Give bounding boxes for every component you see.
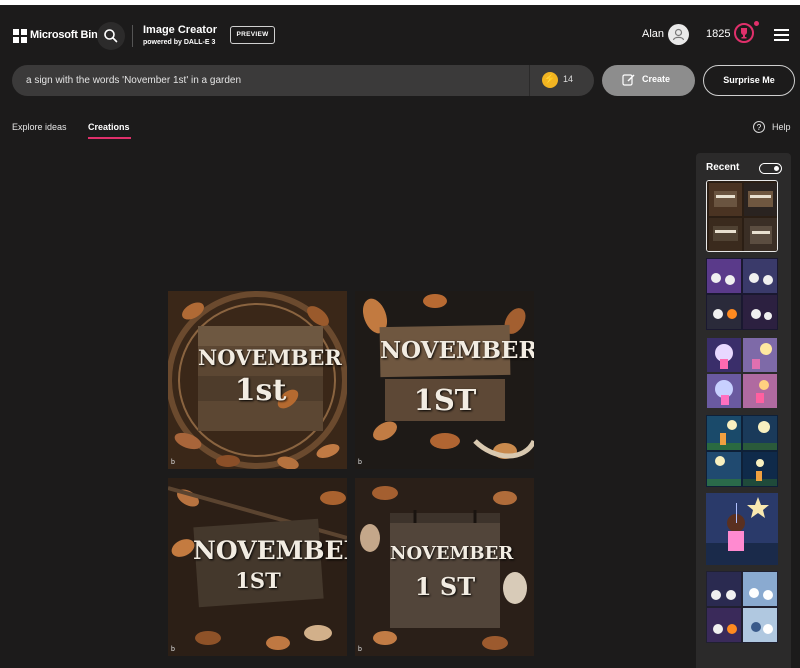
page-title[interactable]: Image Creator	[143, 24, 217, 36]
search-button[interactable]	[97, 22, 125, 50]
prompt-input[interactable]	[26, 65, 526, 96]
header: Microsoft Bing Image Creator powered by …	[0, 5, 800, 61]
prompt-bar: ⚡ 14	[12, 65, 594, 96]
generated-image-1[interactable]: NOVEMBER 1st b	[168, 291, 347, 469]
header-divider	[132, 25, 133, 47]
rewards-points[interactable]: 1825	[706, 28, 730, 40]
image-1-watermark: b	[171, 459, 175, 466]
search-icon	[104, 29, 118, 43]
image-3-sign-line2: 1ST	[235, 568, 281, 593]
brand-link[interactable]: Microsoft Bing	[30, 29, 104, 41]
notification-dot	[754, 21, 759, 26]
image-4-sign-line1: NOVEMBER	[390, 543, 514, 564]
active-tab-indicator	[88, 137, 131, 139]
thumb-1-art	[707, 181, 777, 251]
generated-image-3[interactable]: NOVEMBER 1ST b	[168, 478, 347, 656]
thumb-5-art	[706, 493, 778, 565]
help-label: Help	[772, 122, 791, 132]
image-2-sign-line2: 1ST	[413, 383, 477, 417]
create-button[interactable]: Create	[602, 65, 695, 96]
recent-thumbnail-1[interactable]	[706, 180, 778, 252]
image-2-artwork	[355, 291, 534, 469]
thumb-3-art	[706, 337, 778, 409]
recent-thumbnail-4[interactable]	[706, 415, 778, 487]
recent-thumbnail-2[interactable]	[706, 258, 778, 330]
image-grid: NOVEMBER 1st b NOVEMBER 1ST b NOVEMB 1ST…	[168, 291, 534, 656]
image-1-sign-line1: NOVEMBER	[198, 345, 342, 370]
tab-creations[interactable]: Creations	[88, 122, 130, 132]
surprise-me-button[interactable]: Surprise Me	[703, 65, 795, 96]
thumb-2-art	[706, 258, 778, 330]
recent-title: Recent	[706, 162, 740, 173]
thumb-4-art	[706, 415, 778, 487]
recent-toggle[interactable]	[759, 163, 782, 174]
image-3-sign-line1: NOVEMBER	[193, 536, 347, 565]
boost-count: 14	[563, 74, 574, 84]
user-name[interactable]: Alan	[642, 28, 664, 40]
image-4-artwork	[355, 478, 534, 656]
image-3-artwork	[168, 478, 347, 656]
recent-thumbnail-6[interactable]	[706, 571, 778, 643]
menu-icon[interactable]	[774, 29, 789, 41]
image-2-sign-line1: NOVEMBER	[380, 337, 534, 364]
prompt-divider	[529, 65, 530, 96]
create-icon	[622, 74, 635, 86]
recent-thumbnail-5[interactable]	[706, 493, 778, 565]
user-icon	[672, 28, 685, 41]
tab-explore-ideas[interactable]: Explore ideas	[12, 122, 67, 132]
create-label: Create	[642, 74, 671, 84]
generated-image-2[interactable]: NOVEMBER 1ST b	[355, 291, 534, 469]
thumb-6-art	[706, 571, 778, 643]
generated-image-4[interactable]: NOVEMBER 1 ST b	[355, 478, 534, 656]
lightning-icon[interactable]: ⚡	[542, 72, 558, 88]
image-4-sign-line2: 1 ST	[414, 572, 476, 601]
rewards-icon	[741, 28, 747, 39]
microsoft-logo-icon[interactable]	[13, 29, 27, 43]
avatar[interactable]	[668, 24, 689, 45]
help-icon: ?	[753, 121, 765, 133]
image-1-sign-line2: 1st	[234, 373, 287, 408]
recent-thumbnail-3[interactable]	[706, 337, 778, 409]
preview-badge: PREVIEW	[230, 26, 275, 44]
page-subtitle: powered by DALL-E 3	[143, 39, 216, 46]
image-3-watermark: b	[171, 646, 175, 653]
rewards-button[interactable]	[734, 23, 754, 43]
image-2-watermark: b	[358, 459, 362, 466]
image-4-watermark: b	[358, 646, 362, 653]
help-button[interactable]: ? Help	[753, 121, 798, 135]
recent-sidebar: Recent	[696, 153, 791, 668]
